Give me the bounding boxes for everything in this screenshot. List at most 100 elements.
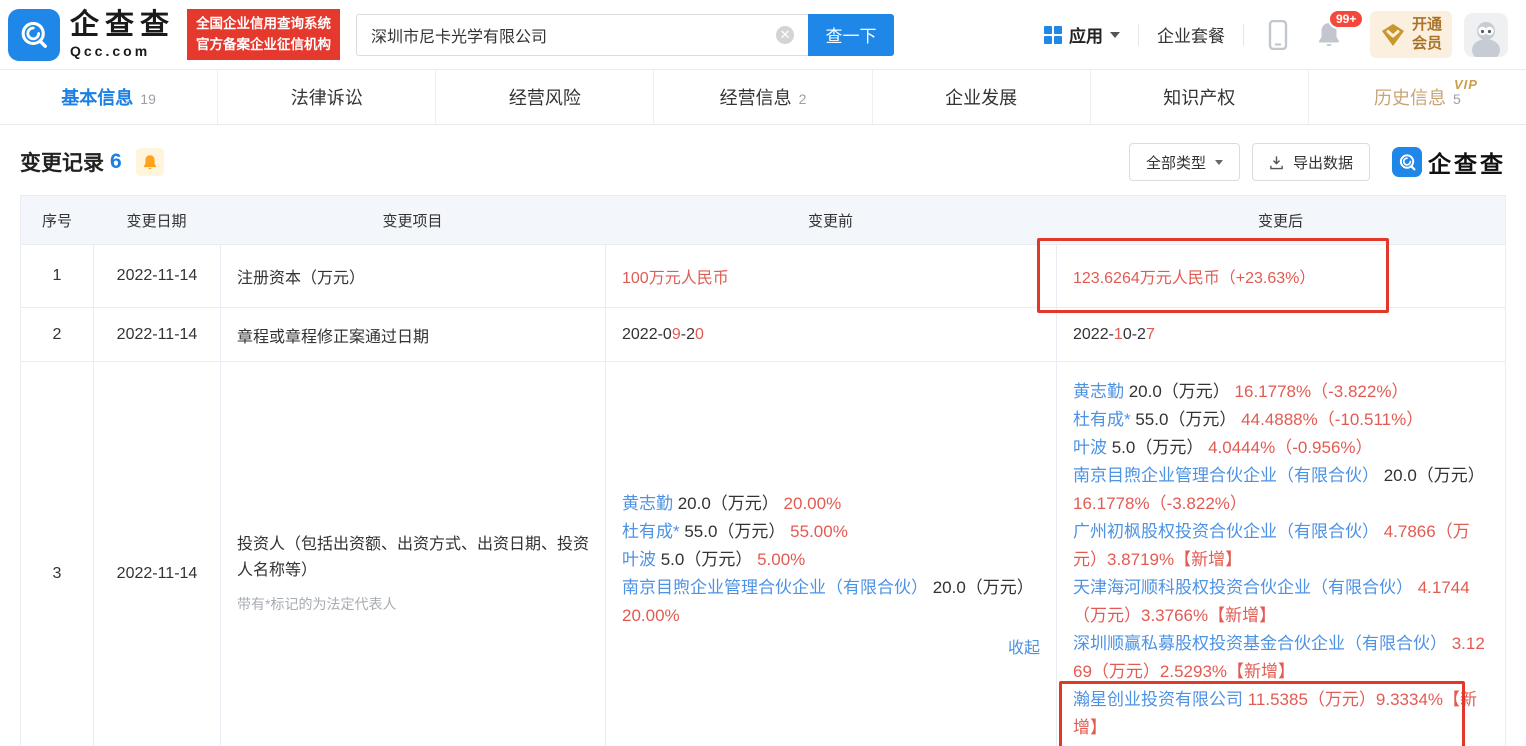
notifications-bell[interactable]: 99+	[1316, 8, 1365, 49]
tab-basic-info[interactable]: 基本信息 19	[0, 70, 219, 124]
investor-entry: 南京目煦企业管理合伙企业（有限合伙） 20.0（万元） 16.1778%（-3.…	[1073, 462, 1489, 518]
investor-entry: 杜有成* 55.0（万元） 55.00%	[622, 518, 1040, 546]
table-toolbar: 全部类型 导出数据 企查查	[1128, 143, 1506, 181]
search-button[interactable]: 查一下	[808, 13, 895, 56]
top-header: 企查查 Qcc.com 全国企业信用查询系统 官方备案企业征信机构 ✕ 查一下 …	[0, 0, 1526, 70]
enterprise-package-link[interactable]: 企业套餐	[1157, 22, 1225, 47]
table-row: 1 2022-11-14 注册资本（万元） 100万元人民币 123.6264万…	[21, 238, 1505, 313]
brand-domain: Qcc.com	[70, 42, 151, 59]
value-text: 100万元人民币	[622, 270, 729, 287]
tab-company-development[interactable]: 企业发展	[873, 70, 1091, 124]
mobile-app-icon[interactable]	[1268, 19, 1288, 50]
tab-intellectual-property[interactable]: 知识产权	[1091, 70, 1309, 124]
value-text: 16.1778%（-3.822%）	[1234, 382, 1409, 401]
value-text: 5.0（万元）	[656, 550, 758, 569]
notification-count-badge: 99+	[1327, 8, 1365, 29]
value-text: 123.6264万元人民币（+23.63%）	[1073, 270, 1316, 287]
qcc-logo-icon	[8, 8, 60, 61]
company-link[interactable]: 瀚星创业投资有限公司	[1073, 690, 1243, 709]
divider	[1242, 23, 1244, 46]
vip-button-text: 开通 会员	[1411, 15, 1442, 52]
before-value: 黄志勤 20.0（万元） 20.00% 杜有成* 55.0（万元） 55.00% 叶…	[605, 362, 1056, 746]
company-link[interactable]: 广州初枫股权投资合伙企业（有限合伙）	[1073, 522, 1379, 541]
col-header-after: 变更后	[1257, 212, 1303, 230]
company-link[interactable]: 深圳顺赢私募股权投资基金合伙企业（有限合伙）	[1073, 634, 1447, 653]
change-date: 2022-11-14	[93, 308, 220, 361]
value-text: 44.4888%（-10.511%）	[1241, 410, 1424, 429]
value-text: 20.0（万元）	[1379, 466, 1485, 485]
value-text: 20.0（万元）	[673, 494, 784, 513]
col-header-date: 变更日期	[126, 212, 187, 230]
qcc-watermark-icon	[1392, 147, 1422, 177]
value-text: 2022-	[1073, 325, 1114, 343]
download-icon	[1270, 155, 1283, 169]
tab-legal-proceedings[interactable]: 法律诉讼	[218, 70, 437, 124]
value-text: 55.0（万元）	[679, 522, 791, 541]
qcc-watermark-text: 企查查	[1428, 151, 1506, 177]
value-text: 1	[1113, 325, 1123, 343]
apps-label: 应用	[1068, 27, 1103, 46]
company-link[interactable]: 叶波	[1073, 438, 1107, 457]
tab-operating-info[interactable]: 经营信息 2	[654, 70, 873, 124]
value-text: 20.00%	[622, 606, 680, 625]
export-data-button[interactable]: 导出数据	[1251, 143, 1370, 181]
qcc-change-records-page: { "header": { "logo": { "brand": "企查查", …	[0, 0, 1526, 746]
company-link[interactable]: 黄志勤	[1073, 382, 1124, 401]
investor-entry: 瀚星创业投资有限公司 11.5385（万元）9.3334%【新增】	[1059, 681, 1489, 746]
table-row: 2 2022-11-14 章程或章程修正案通过日期 2022-09-20 202…	[21, 307, 1505, 361]
apps-menu[interactable]: 应用	[1043, 22, 1120, 47]
change-records-table: 序号 变更日期 变更项目 变更前 变更后 1 2022-11-14 注册资本（万…	[20, 195, 1506, 746]
change-item: 投资人（包括出资额、出资方式、出资日期、投资人名称等） 带有*标记的为法定代表人	[220, 362, 605, 746]
value-text: 0	[694, 325, 704, 343]
company-link[interactable]: 叶波	[622, 550, 656, 569]
value-text: 7	[1145, 325, 1155, 343]
col-header-no: 序号	[41, 212, 72, 230]
row-number: 1	[52, 267, 62, 284]
company-link[interactable]: 南京目煦企业管理合伙企业（有限合伙）	[1073, 466, 1379, 485]
company-link[interactable]: 杜有成*	[1073, 410, 1131, 429]
company-link[interactable]: 杜有成*	[622, 522, 680, 541]
col-header-item: 变更项目	[382, 212, 443, 230]
clear-search-icon[interactable]: ✕	[776, 25, 795, 44]
tab-history-info[interactable]: 历史信息 5 VIP	[1309, 70, 1526, 124]
table-header-row: 序号 变更日期 变更项目 变更前 变更后	[21, 196, 1505, 244]
col-header-before: 变更前	[807, 212, 853, 230]
change-date: 2022-11-14	[93, 362, 220, 746]
vip-badge: VIP	[1454, 77, 1478, 92]
user-avatar[interactable]	[1464, 12, 1508, 57]
value-text: 55.00%	[790, 522, 848, 541]
investor-entry: 杜有成* 55.0（万元） 44.4888%（-10.511%）	[1073, 406, 1489, 434]
brand-name: 企查查	[70, 9, 176, 42]
value-text: 55.0（万元）	[1130, 410, 1242, 429]
magnifier-spiral-icon	[21, 21, 47, 48]
tab-business-risk[interactable]: 经营风险	[436, 70, 655, 124]
qcc-logo[interactable]: 企查查 Qcc.com	[8, 8, 176, 61]
certification-line1: 全国企业信用查询系统	[196, 15, 332, 31]
value-text: 20.00%	[783, 494, 842, 513]
value-text: 20.0（万元）	[1124, 382, 1235, 401]
subscribe-bell-icon[interactable]	[135, 148, 164, 176]
investor-entry: 叶波 5.0（万元） 4.0444%（-0.956%）	[1073, 434, 1489, 462]
chevron-down-icon	[1214, 159, 1223, 165]
after-value: 2022-10-27	[1056, 308, 1505, 361]
company-link[interactable]: 黄志勤	[622, 494, 673, 513]
search-input[interactable]	[356, 13, 809, 56]
type-filter-dropdown[interactable]: 全部类型	[1128, 143, 1240, 181]
apps-grid-icon	[1043, 25, 1062, 44]
change-item-text: 投资人（包括出资额、出资方式、出资日期、投资人名称等）	[237, 535, 590, 579]
collapse-link[interactable]: 收起	[622, 634, 1040, 658]
table-row: 3 2022-11-14 投资人（包括出资额、出资方式、出资日期、投资人名称等）…	[21, 361, 1505, 746]
company-link[interactable]: 天津海河顺科股权投资合伙企业（有限合伙）	[1073, 578, 1413, 597]
investor-entry: 南京目煦企业管理合伙企业（有限合伙） 20.0（万元） 20.00%	[622, 574, 1040, 630]
value-text: 0-2	[1122, 325, 1146, 343]
section-count: 6	[110, 150, 122, 173]
open-vip-button[interactable]: 开通 会员	[1369, 10, 1452, 59]
mascot-avatar-icon	[1472, 21, 1500, 57]
value-text: 9	[671, 325, 681, 343]
section-title: 变更记录	[20, 152, 104, 175]
company-link[interactable]: 南京目煦企业管理合伙企业（有限合伙）	[622, 578, 928, 597]
value-text: 5.0（万元）	[1107, 438, 1209, 457]
value-text: -2	[680, 325, 695, 343]
investor-entry: 天津海河顺科股权投资合伙企业（有限合伙） 4.1744（万元）3.3766%【新…	[1073, 574, 1489, 630]
investor-entry: 叶波 5.0（万元） 5.00%	[622, 546, 1040, 574]
